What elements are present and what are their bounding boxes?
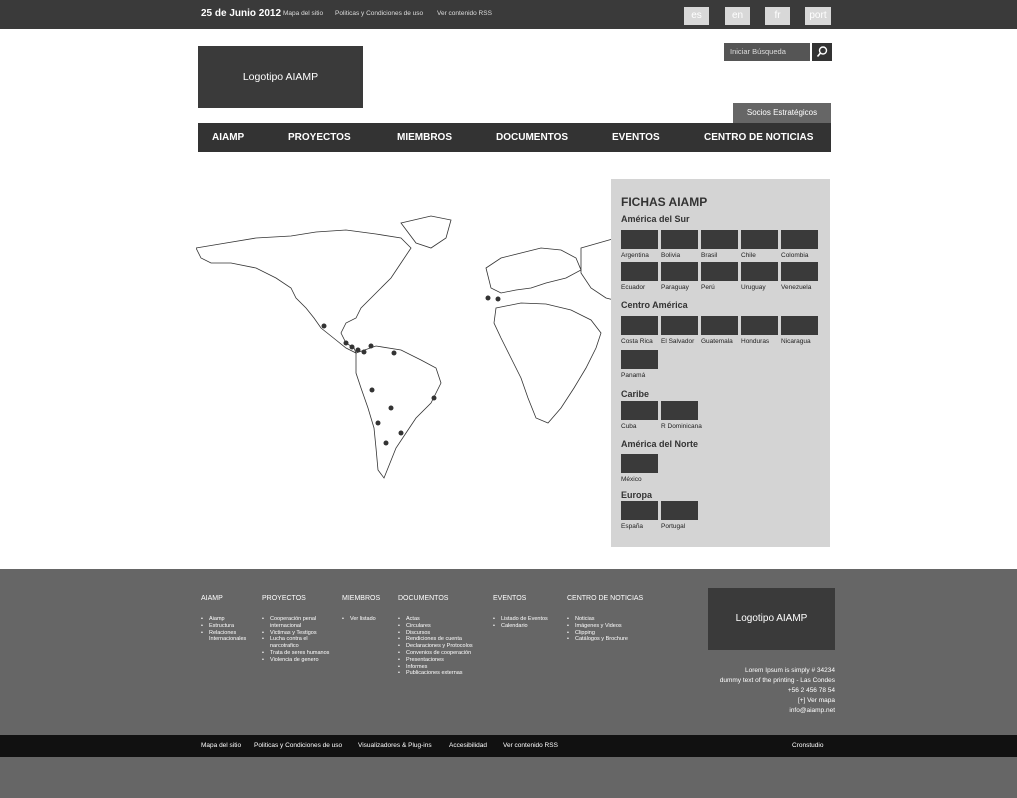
top-bar: 25 de Junio 2012 Mapa del sitio Politica… [0,0,1017,29]
search-input[interactable]: Iniciar Búsqueda [724,43,810,61]
footer-col-aiamp: AIAMP Aiamp Estructura Relaciones Intern… [201,595,259,643]
region-heading: Centro América [621,300,688,310]
africa-outline [493,302,602,424]
bottom-sitemap-link[interactable]: Mapa del sitio [201,742,241,749]
footer-link[interactable]: Clipping [567,630,643,637]
bottom-plugins-link[interactable]: Visualizadores & Plug-ins [358,742,432,749]
region-heading: Europa [621,490,653,500]
footer-link[interactable]: Actas [398,616,473,623]
country-card-r-dominicana[interactable]: R Dominicana [661,401,702,430]
lang-en-button[interactable]: en [725,7,750,25]
lang-fr-button[interactable]: fr [765,7,790,25]
nav-documentos[interactable]: DOCUMENTOS [496,132,568,143]
country-card-paraguay[interactable]: Paraguay [661,262,699,291]
nav-proyectos[interactable]: PROYECTOS [288,132,351,143]
footer-link[interactable]: Estructura [201,623,259,630]
footer: AIAMP Aiamp Estructura Relaciones Intern… [0,569,1017,735]
country-card-bolivia[interactable]: Bolivia [661,230,699,259]
footer-link[interactable]: Imágenes y Videos [567,623,643,630]
footer-link[interactable]: Victimas y Testigos [262,630,332,637]
lang-es-button[interactable]: es [684,7,709,25]
footer-col-centro-noticias: CENTRO DE NOTICIAS Noticias Imágenes y V… [567,595,643,643]
fichas-panel: FICHAS AIAMP América del Sur Argentina B… [611,179,830,547]
footer-link[interactable]: Cooperación penal internacional [262,616,332,630]
footer-link[interactable]: Aiamp [201,616,259,623]
main-nav: AIAMP PROYECTOS MIEMBROS DOCUMENTOS EVEN… [198,123,831,152]
footer-link[interactable]: Publicaciones externas [398,670,473,677]
email-link[interactable]: info@aiamp.net [720,706,835,716]
country-card-guatemala[interactable]: Guatemala [701,316,739,345]
footer-link[interactable]: Circulares [398,623,473,630]
footer-link[interactable]: Calendario [493,623,548,630]
footer-col-eventos: EVENTOS Listado de Eventos Calendario [493,595,548,630]
footer-link[interactable]: Informes [398,664,473,671]
footer-link[interactable]: Discursos [398,630,473,637]
country-card-costa-rica[interactable]: Costa Rica [621,316,659,345]
bottom-rss-link[interactable]: Ver contenido RSS [503,742,558,749]
policies-link[interactable]: Politicas y Condiciones de uso [335,10,423,17]
bottom-bar: Mapa del sitio Politicas y Condiciones d… [0,735,1017,757]
bottom-accessibility-link[interactable]: Accesibilidad [449,742,487,749]
country-card-peru[interactable]: Perú [701,262,739,291]
footer-link[interactable]: Rendiciones de cuenta [398,636,473,643]
search-icon [816,46,828,58]
view-map-link[interactable]: [+] Ver mapa [720,696,835,706]
north-america-outline [196,229,412,354]
greenland-outline [400,215,452,249]
lang-port-button[interactable]: port [805,7,831,25]
country-card-cuba[interactable]: Cuba [621,401,659,430]
country-card-honduras[interactable]: Honduras [741,316,779,345]
rss-link[interactable]: Ver contenido RSS [437,10,492,17]
site-logo[interactable]: Logotipo AIAMP [198,46,363,108]
search-box: Iniciar Búsqueda [724,43,832,61]
socios-estrategicos-tab[interactable]: Socios Estratégicos [733,103,831,123]
footer-logo[interactable]: Logotipo AIAMP [708,588,835,650]
footer-link[interactable]: Convenios de cooperación [398,650,473,657]
country-card-brasil[interactable]: Brasil [701,230,739,259]
nav-aiamp[interactable]: AIAMP [212,132,244,143]
contact-address: Lorem Ipsum is simply # 34234 dummy text… [719,667,835,716]
footer-col-documentos: DOCUMENTOS Actas Circulares Discursos Re… [398,595,473,677]
footer-col-miembros: MIEMBROS Ver listado [342,595,380,623]
south-america-outline [355,345,442,479]
region-heading: Caribe [621,389,650,399]
footer-link[interactable]: Listado de Eventos [493,616,548,623]
footer-link[interactable]: Ver listado [342,616,380,623]
region-heading: América del Norte [621,439,699,449]
footer-link[interactable]: Catálogos y Brochure [567,636,643,643]
country-card-espana[interactable]: España [621,501,659,530]
region-heading: América del Sur [621,214,690,224]
country-card-panama[interactable]: Panamá [621,350,659,379]
search-button[interactable] [812,43,832,61]
europe-outline [485,247,582,294]
footer-link[interactable]: Lucha contra el narcotrafico [262,636,332,650]
country-card-chile[interactable]: Chile [741,230,779,259]
country-card-mexico[interactable]: México [621,454,659,483]
country-card-el-salvador[interactable]: El Salvador [661,316,699,345]
nav-miembros[interactable]: MIEMBROS [397,132,452,143]
footer-col-proyectos: PROYECTOS Cooperación penal internaciona… [262,595,332,664]
country-card-portugal[interactable]: Portugal [661,501,699,530]
country-card-colombia[interactable]: Colombia [781,230,819,259]
footer-link[interactable]: Noticias [567,616,643,623]
footer-link[interactable]: Declaraciones y Protocolos [398,643,473,650]
country-card-ecuador[interactable]: Ecuador [621,262,659,291]
footer-link[interactable]: Presentaciones [398,657,473,664]
country-card-venezuela[interactable]: Venezuela [781,262,819,291]
nav-centro-noticias[interactable]: CENTRO DE NOTICIAS [704,132,813,143]
fichas-title: FICHAS AIAMP [621,195,708,209]
country-card-uruguay[interactable]: Uruguay [741,262,779,291]
country-card-nicaragua[interactable]: Nicaragua [781,316,819,345]
credit-link[interactable]: Cronstudio [792,742,823,749]
country-card-argentina[interactable]: Argentina [621,230,659,259]
footer-link[interactable]: Violencia de genero [262,657,332,664]
sitemap-link[interactable]: Mapa del sitio [283,10,323,17]
current-date: 25 de Junio 2012 [201,8,282,19]
footer-link[interactable]: Relaciones Internacionales [201,630,259,644]
nav-eventos[interactable]: EVENTOS [612,132,660,143]
footer-link[interactable]: Trata de seres humanos [262,650,332,657]
page-bottom [0,757,1017,798]
bottom-policies-link[interactable]: Politicas y Condiciones de uso [254,742,342,749]
